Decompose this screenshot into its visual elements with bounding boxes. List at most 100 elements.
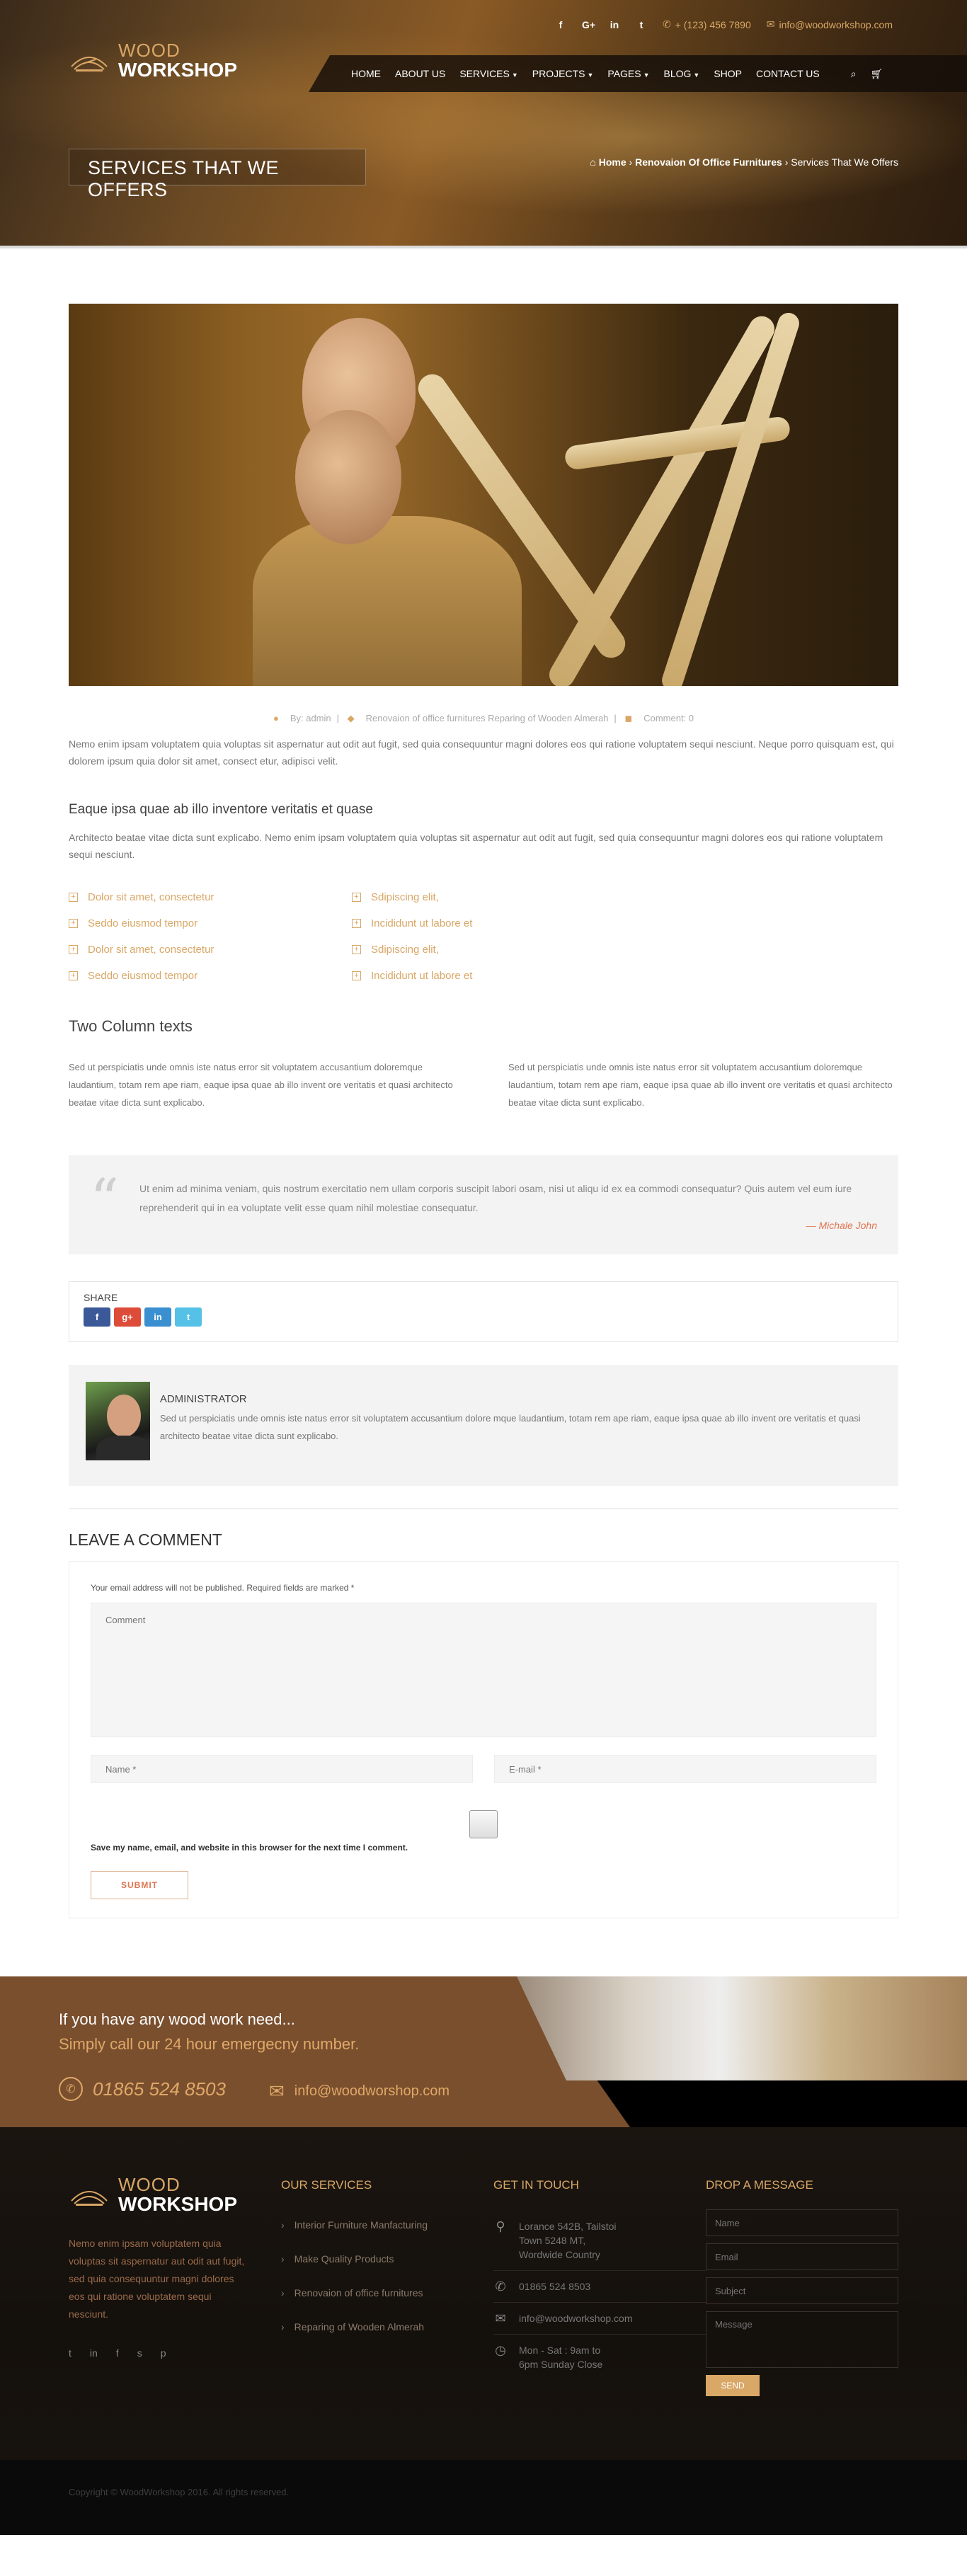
avatar xyxy=(86,1382,150,1460)
services-list: Interior Furniture Manfacturing Make Qua… xyxy=(281,2219,493,2332)
list-item: + Seddo eiusmod tempor xyxy=(69,917,352,929)
comment-textarea[interactable] xyxy=(91,1603,876,1737)
post-meta: ● By: admin | ◆ Renovaion of office furnitu… xyxy=(273,713,694,723)
footer-social: t in f s p xyxy=(69,2347,281,2359)
footer-phone[interactable]: 01865 524 8503 xyxy=(519,2279,590,2294)
list-item: + Dolor sit amet, consectetur xyxy=(69,944,352,956)
map-pin-icon: ⚲ xyxy=(496,2219,505,2233)
plus-square-icon: + xyxy=(352,919,361,928)
plus-square-icon: + xyxy=(352,945,361,954)
quote-icon: “ xyxy=(90,1167,119,1232)
meta-tags[interactable]: Renovaion of office furnitures Reparing … xyxy=(366,713,609,723)
facebook-icon[interactable]: f xyxy=(116,2347,119,2359)
footer-address: Lorance 542B, Tailstoi Town 5248 MT, Wor… xyxy=(519,2221,617,2260)
quote-author: — Michale John xyxy=(806,1220,877,1231)
twitter-icon[interactable]: t xyxy=(636,19,647,30)
cart-icon[interactable]: 🛒︎ xyxy=(871,68,883,80)
message-text-field[interactable] xyxy=(706,2311,898,2368)
user-icon: ● xyxy=(273,713,279,723)
nav-pages[interactable]: PAGES ▼ xyxy=(607,68,649,79)
plus-square-icon: + xyxy=(69,893,78,902)
column-right: Sed ut perspiciatis unde omnis iste natu… xyxy=(508,1062,893,1108)
service-link[interactable]: Reparing of Wooden Almerah xyxy=(281,2321,493,2332)
plus-square-icon: + xyxy=(69,919,78,928)
skype-icon[interactable]: s xyxy=(137,2347,142,2359)
twitter-icon[interactable]: t xyxy=(69,2347,71,2359)
meta-author[interactable]: By: admin xyxy=(290,713,331,723)
share-google-button[interactable]: g+ xyxy=(114,1307,141,1327)
submit-button[interactable]: SUBMIT xyxy=(91,1871,188,1899)
facebook-icon[interactable]: f xyxy=(555,19,566,30)
top-phone-text: + (123) 456 7890 xyxy=(675,18,751,30)
nav-services[interactable]: SERVICES ▼ xyxy=(459,68,517,79)
meta-comments[interactable]: Comment: 0 xyxy=(643,713,694,723)
tag-icon: ◆ xyxy=(347,713,355,723)
share-twitter-button[interactable]: t xyxy=(175,1307,202,1327)
cta-email[interactable]: ✉ info@woodworshop.com xyxy=(269,2080,450,2102)
comment-note: Your email address will not be published… xyxy=(91,1583,355,1593)
footer-hours: Mon - Sat : 9am to 6pm Sunday Close xyxy=(519,2345,603,2370)
contact-list: ⚲ Lorance 542B, Tailstoi Town 5248 MT, Wo… xyxy=(493,2211,706,2380)
post-subheading: Eaque ipsa quae ab illo inventore verita… xyxy=(69,802,373,817)
list-item: + Incididunt ut labore et xyxy=(352,917,635,929)
quote-text: Ut enim ad minima veniam, quis nostrum e… xyxy=(139,1183,852,1213)
share-linkedin-button[interactable]: in xyxy=(144,1307,171,1327)
touch-title: GET IN TOUCH xyxy=(493,2178,579,2192)
nav-projects[interactable]: PROJECTS ▼ xyxy=(532,68,594,79)
top-email-text: info@woodworkshop.com xyxy=(779,18,893,30)
plus-square-icon: + xyxy=(69,971,78,980)
footer-logo[interactable]: WOOD WORKSHOP xyxy=(69,2175,281,2215)
blockquote: “ Ut enim ad minima veniam, quis nostrum… xyxy=(69,1155,898,1254)
phone-icon: ✆ xyxy=(495,2279,506,2294)
service-link[interactable]: Renovaion of office furnitures xyxy=(281,2287,493,2299)
nav-home[interactable]: HOME xyxy=(351,68,381,79)
share-facebook-button[interactable]: f xyxy=(84,1307,110,1327)
post-subtext: Architecto beatae vitae dicta sunt expli… xyxy=(69,832,883,860)
service-link[interactable]: Interior Furniture Manfacturing xyxy=(281,2219,493,2231)
top-phone[interactable]: ✆ + (123) 456 7890 xyxy=(663,18,751,30)
plus-square-icon: + xyxy=(352,971,361,980)
google-plus-icon[interactable]: G+ xyxy=(582,19,595,30)
cta-line1: If you have any wood work need... xyxy=(59,2010,295,2028)
name-field[interactable] xyxy=(91,1755,473,1783)
breadcrumb-home[interactable]: Home xyxy=(599,156,626,168)
drop-title: DROP A MESSAGE xyxy=(706,2178,813,2192)
cta-phone[interactable]: ✆ 01865 524 8503 xyxy=(59,2077,226,2101)
clock-icon: ◷ xyxy=(495,2343,506,2357)
pinterest-icon[interactable]: p xyxy=(161,2347,166,2359)
page-title: SERVICES THAT WE OFFERS xyxy=(69,149,366,200)
list-item: + Incididunt ut labore et xyxy=(352,970,635,982)
linkedin-icon[interactable]: in xyxy=(90,2347,98,2359)
two-column-title: Two Column texts xyxy=(69,1017,193,1035)
message-email-field[interactable] xyxy=(706,2243,898,2270)
message-name-field[interactable] xyxy=(706,2209,898,2236)
breadcrumb-parent[interactable]: Renovaion Of Office Furnitures xyxy=(635,156,782,168)
nav-blog[interactable]: BLOG ▼ xyxy=(664,68,700,79)
service-link[interactable]: Make Quality Products xyxy=(281,2253,493,2265)
nav-about[interactable]: ABOUT US xyxy=(395,68,445,79)
send-button[interactable]: SEND xyxy=(706,2375,760,2396)
linkedin-icon[interactable]: in xyxy=(609,19,620,30)
list-item: + Sdipiscing elit, xyxy=(352,891,635,903)
message-form: SEND xyxy=(706,2209,898,2396)
site-footer: WOOD WORKSHOP Nemo enim ipsam voluptatem… xyxy=(0,2127,967,2460)
plus-square-icon: + xyxy=(352,893,361,902)
email-field[interactable] xyxy=(494,1755,876,1783)
breadcrumb: ⌂ Home › Renovaion Of Office Furnitures … xyxy=(590,156,898,168)
breadcrumb-current: Services That We Offers xyxy=(791,156,898,168)
top-email[interactable]: ✉ info@woodworkshop.com xyxy=(767,18,893,30)
site-logo[interactable]: WOOD WORKSHOP xyxy=(69,41,237,81)
author-box: ADMINISTRATOR Sed ut perspiciatis unde o… xyxy=(69,1365,898,1486)
search-icon[interactable]: ⌕ xyxy=(851,68,857,80)
logo-line1: WOOD xyxy=(118,40,181,61)
nav-contact[interactable]: CONTACT US xyxy=(756,68,820,79)
top-bar: f G+ in t ✆ + (123) 456 7890 ✉ info@woodwo… xyxy=(555,18,893,30)
save-info-checkbox[interactable] xyxy=(469,1810,498,1838)
footer-email[interactable]: info@woodworkshop.com xyxy=(519,2311,633,2325)
logo-line2: WORKSHOP xyxy=(118,59,237,81)
chevron-down-icon: ▼ xyxy=(643,71,650,79)
message-subject-field[interactable] xyxy=(706,2277,898,2304)
cta-line2: Simply call our 24 hour emergecny number… xyxy=(59,2035,360,2053)
column-left: Sed ut perspiciatis unde omnis iste natu… xyxy=(69,1062,453,1108)
nav-shop[interactable]: SHOP xyxy=(714,68,742,79)
